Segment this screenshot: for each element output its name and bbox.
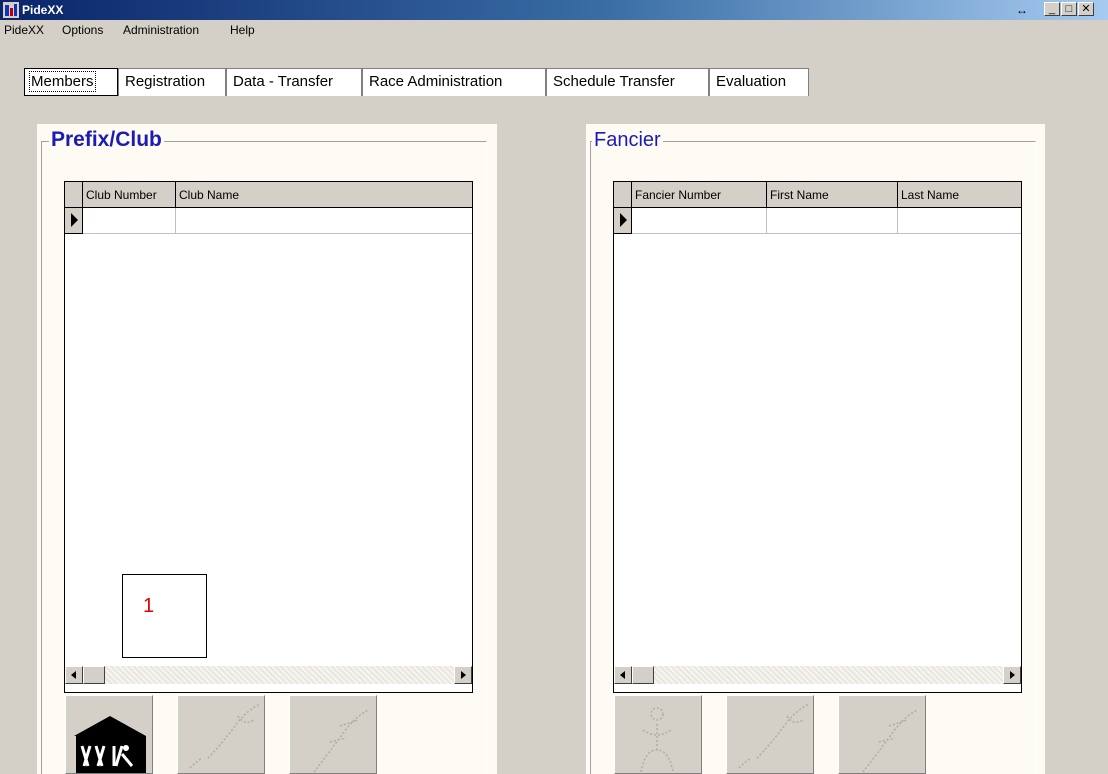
scroll-left-button[interactable]	[65, 666, 83, 684]
cell-first-name[interactable]	[767, 208, 898, 234]
row-indicator	[614, 208, 632, 234]
column-first-name[interactable]: First Name	[767, 182, 898, 208]
scroll-right-button[interactable]	[454, 666, 472, 684]
fancier-panel: Fancier Fancier Number First Name Last N…	[586, 124, 1045, 774]
row-indicator	[65, 208, 83, 234]
tab-members[interactable]: Members	[24, 68, 118, 96]
close-button[interactable]: ✕	[1078, 2, 1094, 16]
current-row-icon	[71, 213, 78, 227]
current-row-icon	[620, 213, 627, 227]
club-add-button[interactable]	[65, 695, 153, 774]
person-disabled-icon	[640, 707, 674, 773]
house-people-icon	[74, 716, 146, 773]
cell-club-name[interactable]	[176, 208, 472, 234]
fancier-grid[interactable]: Fancier Number First Name Last Name	[613, 181, 1022, 693]
app-icon	[3, 2, 19, 18]
scroll-thumb[interactable]	[83, 666, 105, 684]
tab-registration[interactable]: Registration	[118, 68, 226, 96]
fancier-edit-button[interactable]	[726, 695, 814, 774]
grid-corner	[65, 182, 83, 208]
club-edit-button[interactable]	[177, 695, 265, 774]
arrow-left-icon	[620, 671, 625, 679]
window-title: PideXX	[22, 3, 64, 17]
fancier-grid-header: Fancier Number First Name Last Name	[614, 182, 1021, 208]
club-grid-hscrollbar[interactable]	[65, 666, 472, 684]
resize-icon[interactable]: ↔	[1012, 2, 1032, 18]
cell-last-name[interactable]	[898, 208, 1021, 234]
fancier-add-button[interactable]	[614, 695, 702, 774]
annotation-box: 1	[122, 574, 207, 658]
tab-schedule-transfer[interactable]: Schedule Transfer	[546, 68, 709, 96]
cell-club-number[interactable]	[83, 208, 176, 234]
menu-help[interactable]: Help	[230, 23, 255, 37]
fancier-grid-hscrollbar[interactable]	[614, 666, 1021, 684]
prefix-club-panel: Prefix/Club Club Number Club Name	[37, 124, 497, 774]
minimize-button[interactable]: _	[1044, 2, 1060, 16]
grid-corner	[614, 182, 632, 208]
column-club-name[interactable]: Club Name	[176, 182, 472, 208]
menu-administration[interactable]: Administration	[123, 23, 199, 37]
menu-options[interactable]: Options	[62, 23, 103, 37]
scroll-thumb[interactable]	[632, 666, 654, 684]
column-club-number[interactable]: Club Number	[83, 182, 176, 208]
club-delete-button[interactable]	[289, 695, 377, 774]
tab-data-transfer[interactable]: Data - Transfer	[226, 68, 362, 96]
annotation-number: 1	[143, 595, 155, 617]
fancier-delete-button[interactable]	[838, 695, 926, 774]
menu-bar: PideXX Options Administration Help	[0, 20, 1108, 40]
tab-race-administration[interactable]: Race Administration	[362, 68, 546, 96]
title-bar: PideXX ↔ _ □ ✕	[0, 0, 1108, 20]
arrow-right-icon	[461, 671, 466, 679]
maximize-button[interactable]: □	[1061, 2, 1077, 16]
club-grid-header: Club Number Club Name	[65, 182, 472, 208]
quill-disabled-icon	[738, 703, 810, 769]
arrow-right-icon	[1010, 671, 1015, 679]
scroll-right-button[interactable]	[1003, 666, 1021, 684]
quill-disabled-icon	[189, 703, 261, 769]
tab-evaluation[interactable]: Evaluation	[709, 68, 809, 96]
quill-strike-disabled-icon	[862, 709, 918, 773]
column-fancier-number[interactable]: Fancier Number	[632, 182, 767, 208]
fancier-title: Fancier	[592, 129, 663, 152]
arrow-left-icon	[71, 671, 76, 679]
menu-pidexx[interactable]: PideXX	[4, 23, 44, 37]
scroll-left-button[interactable]	[614, 666, 632, 684]
prefix-club-title: Prefix/Club	[49, 128, 164, 152]
column-last-name[interactable]: Last Name	[898, 182, 1021, 208]
quill-strike-disabled-icon	[313, 709, 369, 773]
cell-fancier-number[interactable]	[632, 208, 767, 234]
